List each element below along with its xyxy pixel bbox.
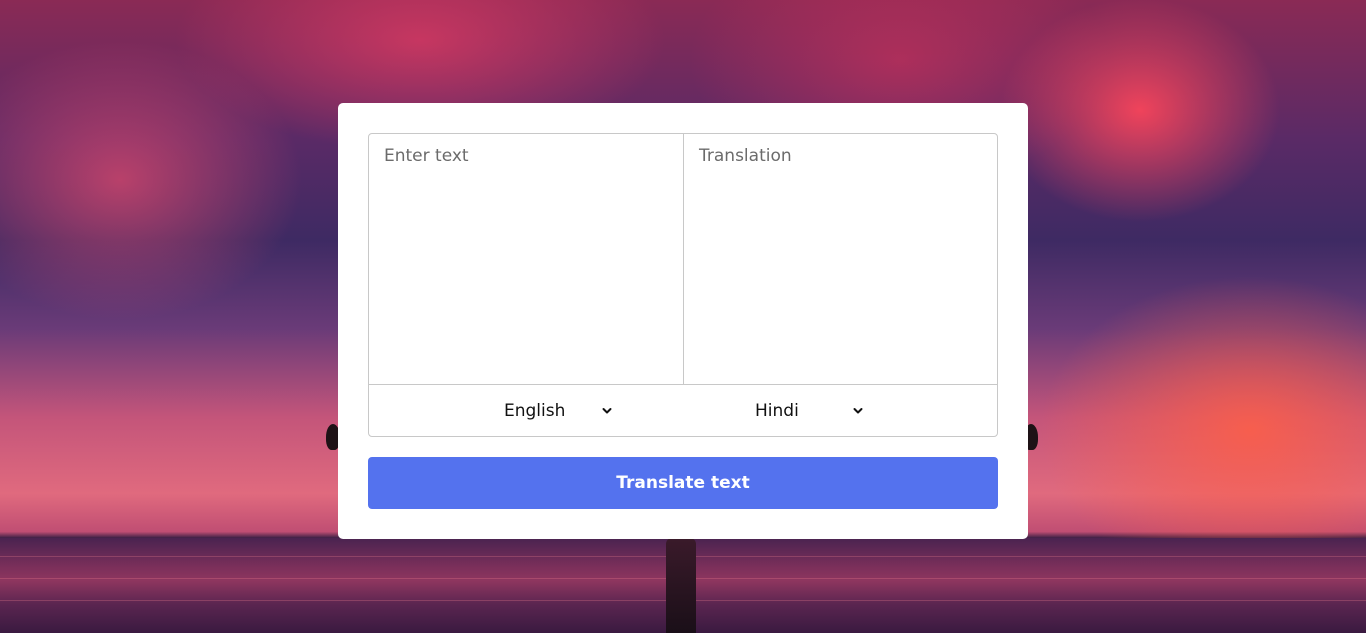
translation-output-container [684,134,997,384]
chevron-down-icon [600,404,614,418]
source-text-container [369,134,684,384]
source-language-select[interactable]: English [504,397,614,425]
language-controls: English Hindi [369,384,997,436]
source-language-label: English [504,401,566,421]
target-language-label: Hindi [755,401,799,421]
chevron-down-icon [851,404,865,418]
translate-button[interactable]: Translate text [368,457,998,509]
source-text-input[interactable] [369,134,683,384]
translator-card: English Hindi Translate text [338,103,1028,539]
target-language-select[interactable]: Hindi [755,397,865,425]
translation-output[interactable] [684,134,997,384]
background-pier [666,538,696,633]
translation-panel: English Hindi [368,133,998,437]
